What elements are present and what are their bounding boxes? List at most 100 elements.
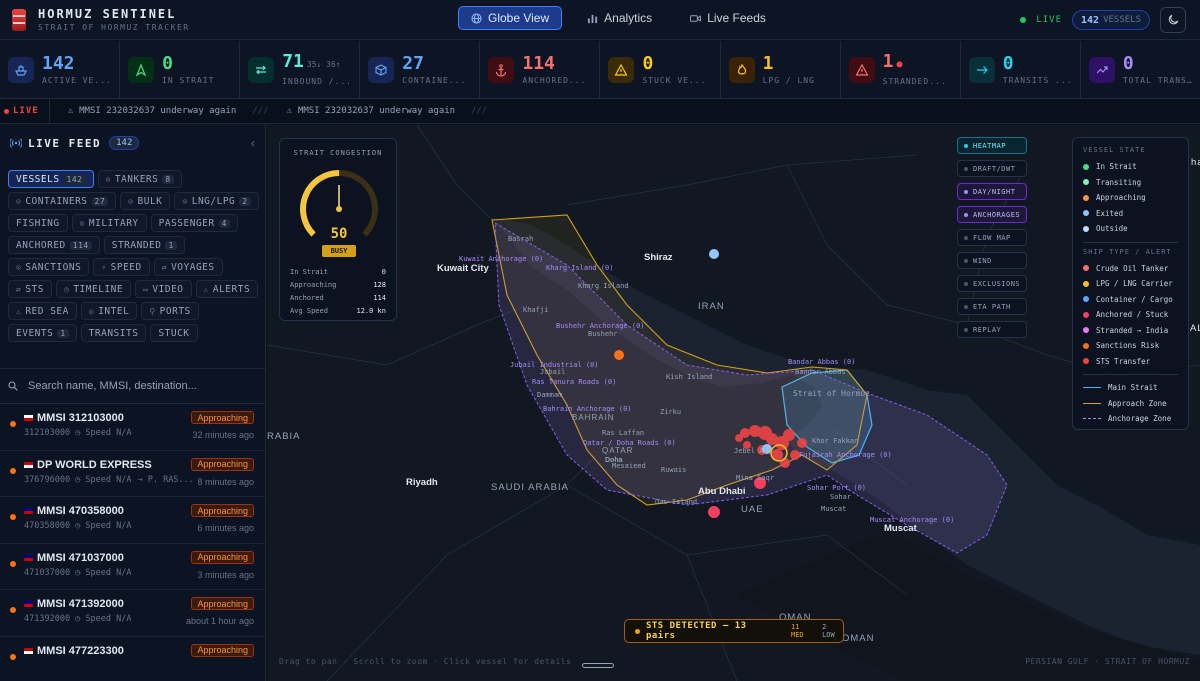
box-icon	[368, 56, 395, 83]
filter-chip-transits[interactable]: TRANSITS	[80, 324, 147, 342]
layer-toggle-day-night[interactable]: DAY/NIGHT	[957, 183, 1027, 200]
filter-chip-containers[interactable]: ⊙ CONTAINERS 27	[8, 192, 117, 210]
vessel-row[interactable]: MMSI 470358000 470358000 ◷ Speed N/A Appro…	[0, 497, 265, 544]
vessel-row[interactable]: MMSI 471037000 471037000 ◷ Speed N/A Appro…	[0, 544, 265, 590]
chip-label: BULK	[137, 195, 163, 207]
stat-card[interactable]: 0 IN STRAIT	[120, 41, 241, 98]
vessel-last-seen: 3 minutes ago	[197, 569, 254, 580]
stat-body: 0TOTAL TRANSITS	[1123, 54, 1193, 85]
chip-icon: ⊘	[79, 218, 85, 228]
live-feeds-tab[interactable]: Live Feeds	[677, 6, 779, 30]
ticker-item: ⚠ MMSI 232032637 underway again	[68, 106, 237, 116]
feed-count: 142	[109, 136, 140, 150]
congestion-row: Approaching 128	[280, 281, 396, 289]
layer-toggle-draft-dwt[interactable]: DRAFT/DWT	[957, 160, 1027, 177]
filter-chip-timeline[interactable]: ◷ TIMELINE	[56, 280, 132, 298]
stat-label: IN STRAIT	[162, 75, 215, 85]
filter-chip-sanctions[interactable]: ⊙ SANCTIONS	[8, 258, 90, 276]
filter-chip-stuck[interactable]: STUCK	[150, 324, 198, 342]
filter-chip-sts[interactable]: ⇄ STS	[8, 280, 52, 298]
region-label: ALG	[1190, 323, 1200, 334]
legend-divider	[1083, 241, 1178, 243]
vessel-row[interactable]: DP WORLD EXPRESS 376796000 ◷ Speed N/A → P…	[0, 451, 265, 497]
stat-card[interactable]: 0 STUCK VE...	[600, 41, 721, 98]
filter-chip-anchored[interactable]: ANCHORED 114	[8, 236, 100, 254]
flag-icon	[24, 601, 33, 607]
vessel-last-seen: 6 minutes ago	[197, 523, 254, 533]
anchorage-label: Sohar Port (0)	[807, 484, 867, 492]
vessel-mmsi: 312103000	[24, 428, 71, 438]
filter-chip-tankers[interactable]: ⊘ TANKERS 8	[97, 170, 182, 188]
filter-chip-passenger[interactable]: PASSENGER 4	[150, 214, 238, 232]
stat-card[interactable]: 0 TRANSITS ...	[961, 41, 1081, 98]
map-view[interactable]: Kuwait City Shiraz Riyadh Abu Dhabi Musc…	[267, 125, 1200, 681]
vessel-speed: Speed N/A	[85, 614, 132, 624]
filter-chip-ports[interactable]: ⚲ PORTS	[141, 302, 199, 320]
filter-chip-red-sea[interactable]: ⚠ RED SEA	[8, 302, 77, 320]
timeline-scrub-handle[interactable]	[582, 663, 614, 668]
chip-label: VESSELS	[16, 173, 60, 185]
status-badge: Approaching	[191, 643, 254, 657]
radio-waves-icon	[10, 138, 22, 148]
theme-toggle-button[interactable]	[1160, 7, 1186, 33]
filter-chip-video[interactable]: ▭ VIDEO	[135, 280, 192, 298]
ticker-item-text: MMSI 232032637 underway again	[79, 106, 237, 116]
filter-chip-bulk[interactable]: ⊘ BULK	[120, 192, 171, 210]
vessel-row[interactable]: MMSI 477223300 Approaching	[0, 637, 265, 681]
legend-label: Main Strait	[1108, 383, 1158, 393]
legend-label: Anchorage Zone	[1108, 414, 1172, 424]
legend-dot-icon	[1083, 280, 1089, 287]
analytics-tab[interactable]: Analytics	[574, 6, 665, 30]
layer-toggle-label: DRAFT/DWT	[973, 164, 1016, 173]
stat-card[interactable]: 71 35↓ 36↑ INBOUND /...	[240, 41, 361, 98]
collapse-chevron-icon[interactable]: ‹	[251, 136, 255, 150]
stat-label: CONTAINE...	[402, 75, 467, 85]
stat-card[interactable]: 1 ● STRANDED...	[841, 41, 961, 98]
poi-label: Kish Island	[666, 373, 713, 381]
layer-toggle-heatmap[interactable]: HEATMAP	[957, 137, 1027, 154]
legend-item: Approaching	[1083, 190, 1178, 206]
vessel-row[interactable]: MMSI 471392000 471392000 ◷ Speed N/A Appro…	[0, 590, 265, 637]
status-dot-icon	[10, 467, 16, 474]
filter-chip-voyages[interactable]: ⇄ VOYAGES	[153, 258, 223, 276]
vessel-row[interactable]: MMSI 312103000 312103000 ◷ Speed N/A Appro…	[0, 404, 265, 451]
swap-icon	[248, 56, 275, 83]
stat-card[interactable]: 142 ACTIVE VE...	[0, 41, 121, 98]
globe-icon	[471, 12, 482, 24]
stat-card[interactable]: 0TOTAL TRANSITS	[1081, 41, 1200, 98]
poi-label: Dammam	[537, 391, 563, 399]
warning-icon: ⚠	[67, 106, 74, 116]
congestion-row-label: Approaching	[290, 281, 337, 289]
filter-chip-military[interactable]: ⊘ MILITARY	[71, 214, 147, 232]
filter-chip-lng-lpg[interactable]: ⊙ LNG/LPG 2	[174, 192, 259, 210]
anchorage-label: Qatar / Doha Roads (0)	[583, 439, 676, 447]
sts-detected-banner[interactable]: STS DETECTED — 13 pairs 11 MED 2 LOW	[624, 619, 844, 643]
status-dot-icon	[10, 514, 16, 520]
chip-icon: ⊙	[16, 196, 22, 206]
layer-toggle-wind[interactable]: WIND	[957, 252, 1027, 269]
search-input[interactable]	[28, 380, 248, 392]
stat-card[interactable]: 114 ANCHORED...	[480, 41, 601, 98]
stat-card[interactable]: 27 CONTAINE...	[360, 41, 481, 98]
layer-toggle-anchorages[interactable]: ANCHORAGES	[957, 206, 1027, 223]
map-hint: Drag to pan · Scroll to zoom · Click ves…	[279, 657, 572, 666]
layer-toggle-replay[interactable]: REPLAY	[957, 321, 1027, 338]
stat-card[interactable]: 1 LPG / LNG	[721, 41, 841, 98]
stat-number: 71	[282, 51, 304, 72]
filter-chip-fishing[interactable]: FISHING	[8, 214, 68, 232]
filter-chip-intel[interactable]: ◎ INTEL	[80, 302, 138, 320]
layer-toggle-exclusions[interactable]: EXCLUSIONS	[957, 275, 1027, 292]
layer-toggle-eta-path[interactable]: ETA PATH	[957, 298, 1027, 315]
ticker-separator: ///	[252, 106, 269, 116]
filter-chip-alerts[interactable]: ⚠ ALERTS	[195, 280, 259, 298]
status-badge: Approaching	[191, 411, 254, 424]
globe-view-tab[interactable]: Globe View	[458, 6, 563, 30]
filter-chip-vessels[interactable]: VESSELS 142	[8, 170, 94, 188]
filter-chip-speed[interactable]: ⚡ SPEED	[93, 258, 150, 276]
chip-label: ANCHORED	[16, 239, 66, 251]
filter-chip-stranded[interactable]: STRANDED 1	[103, 236, 185, 254]
filter-chip-events[interactable]: EVENTS 1	[8, 324, 77, 342]
layer-toggle-flow-map[interactable]: FLOW MAP	[957, 229, 1027, 246]
legend-item: In Strait	[1083, 159, 1178, 175]
legend-dot-icon	[1083, 311, 1089, 318]
